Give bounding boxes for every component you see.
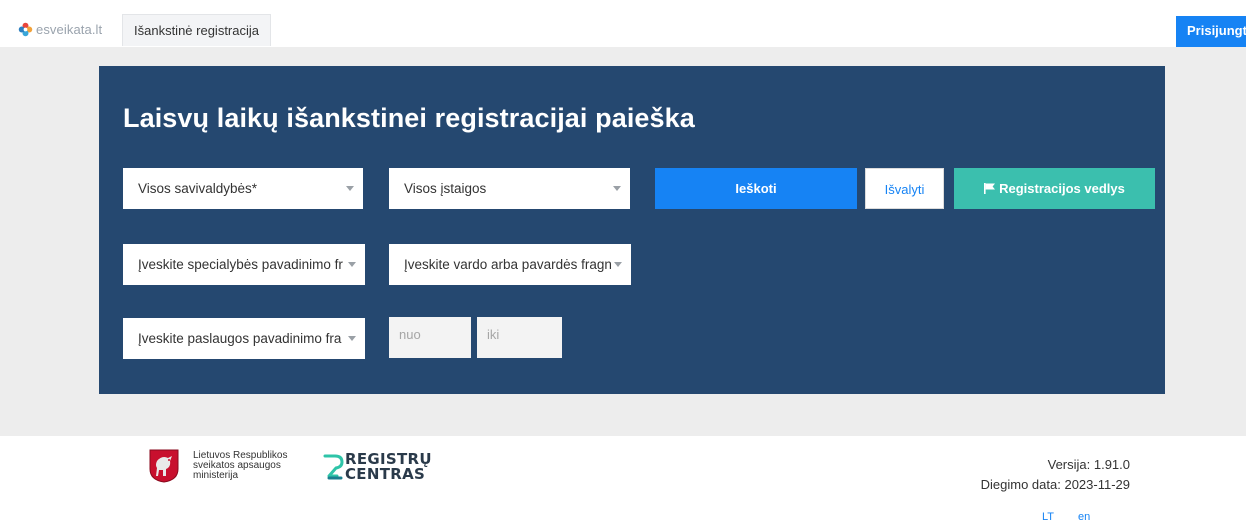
brand-text: esveikata.lt [36, 22, 103, 37]
brand-link[interactable]: esveikata.lt [18, 22, 102, 37]
tab-isankstine-registracija[interactable]: Išankstinė registracija [122, 14, 271, 46]
ministry-line-3: ministerija [193, 470, 239, 481]
search-panel: Laisvų laikų išankstinei registracijai p… [99, 66, 1165, 394]
esveikata-logo-icon [18, 22, 33, 37]
registru-centras-logo[interactable]: REGISTRŲ CENTRAS [321, 452, 432, 482]
registration-wizard-button[interactable]: Registracijos vedlys [954, 168, 1155, 209]
version-text: Versija: 1.91.0 [1047, 457, 1130, 472]
rc-line-2: CENTRAS [345, 465, 426, 483]
age-to-input[interactable]: iki [477, 317, 562, 358]
doctor-name-select-value: Įveskite vardo arba pavardės fragn [404, 257, 612, 272]
specialty-select-value: Įveskite specialybės pavadinimo fr [138, 257, 343, 272]
deploy-date-text: Diegimo data: 2023-11-29 [980, 477, 1130, 492]
login-button[interactable]: Prisijungti [1176, 16, 1246, 50]
chevron-down-icon [348, 336, 356, 341]
ministry-logo[interactable]: Lietuvos Respublikos sveikatos apsaugos … [149, 449, 288, 483]
chevron-down-icon [348, 262, 356, 267]
page-title: Laisvų laikų išankstinei registracijai p… [123, 103, 695, 133]
registru-centras-text: REGISTRŲ CENTRAS [345, 452, 432, 482]
municipality-select[interactable]: Visos savivaldybės* [123, 168, 363, 209]
age-from-input[interactable]: nuo [389, 317, 471, 358]
institution-select[interactable]: Visos įstaigos [389, 168, 630, 209]
chevron-down-icon [613, 186, 621, 191]
lang-lt-link[interactable]: LT [1042, 511, 1054, 523]
ministry-name: Lietuvos Respublikos sveikatos apsaugos … [193, 451, 288, 481]
registration-wizard-label: Registracijos vedlys [999, 181, 1125, 196]
institution-select-value: Visos įstaigos [404, 181, 487, 196]
flag-icon [984, 183, 996, 194]
service-select-value: Įveskite paslaugos pavadinimo fra [138, 331, 342, 346]
chevron-down-icon [346, 186, 354, 191]
lang-en-link[interactable]: en [1078, 511, 1090, 523]
coat-of-arms-icon [149, 449, 179, 483]
specialty-select[interactable]: Įveskite specialybės pavadinimo fr [123, 244, 365, 285]
search-button[interactable]: Ieškoti [655, 168, 857, 209]
service-select[interactable]: Įveskite paslaugos pavadinimo fra [123, 318, 365, 359]
top-navigation: esveikata.lt Išankstinė registracija Pri… [0, 0, 1246, 50]
doctor-name-select[interactable]: Įveskite vardo arba pavardės fragn [389, 244, 631, 285]
registru-centras-logo-icon [323, 454, 344, 480]
municipality-select-value: Visos savivaldybės* [138, 181, 258, 196]
chevron-down-icon [614, 262, 622, 267]
clear-button[interactable]: Išvalyti [865, 168, 944, 209]
